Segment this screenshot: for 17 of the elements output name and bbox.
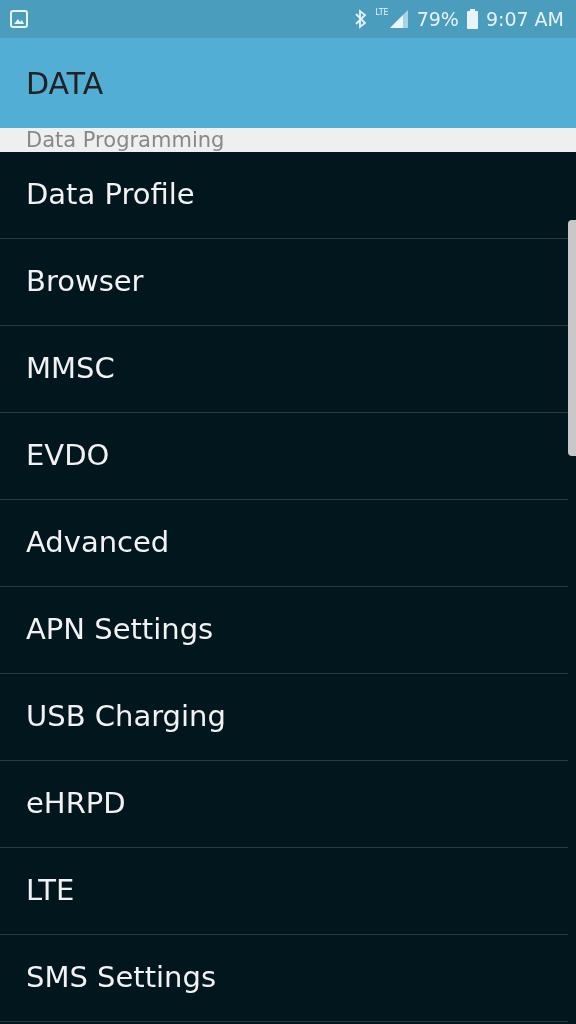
image-icon <box>10 10 28 28</box>
bluetooth-icon <box>354 9 368 29</box>
menu-item[interactable]: Data Profile <box>0 152 568 239</box>
menu-item[interactable]: LTE <box>0 848 568 935</box>
menu-item[interactable]: SMS Settings <box>0 935 568 1022</box>
menu-item[interactable]: USB Charging <box>0 674 568 761</box>
menu-item[interactable]: Advanced <box>0 500 568 587</box>
battery-icon <box>466 9 478 29</box>
section-header: Data Programming <box>26 128 226 152</box>
clock: 9:07 AM <box>485 6 564 32</box>
signal-icon <box>388 9 409 29</box>
menu-item[interactable]: APN Settings <box>0 587 568 674</box>
menu-item[interactable]: eHRPD <box>0 761 568 848</box>
network-type-label: LTE <box>375 9 389 17</box>
battery-percent: 79% <box>416 6 459 32</box>
app-bar-title: DATA <box>26 64 104 103</box>
menu-item[interactable]: EVDO <box>0 413 568 500</box>
